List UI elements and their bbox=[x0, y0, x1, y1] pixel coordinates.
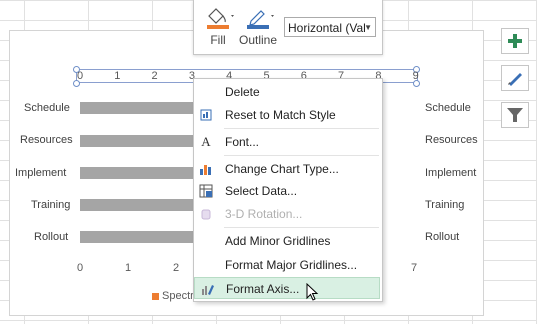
menu-item-label: Format Axis... bbox=[226, 282, 300, 296]
add-chart-element-button[interactable] bbox=[501, 28, 529, 54]
menu-separator bbox=[224, 227, 379, 228]
fill-button[interactable]: Fill bbox=[196, 4, 240, 50]
pen-icon bbox=[247, 10, 274, 29]
chart-element-dropdown[interactable]: Horizontal (Val ▼ bbox=[284, 17, 376, 37]
axis-tick-label: 9 bbox=[412, 70, 419, 82]
chart-legend[interactable]: Spectr bbox=[152, 290, 194, 302]
menu-separator bbox=[224, 155, 379, 156]
legend-swatch bbox=[152, 292, 159, 300]
category-label: Implement bbox=[425, 167, 477, 179]
category-label: Training bbox=[31, 199, 71, 211]
reset-style-icon bbox=[200, 109, 212, 121]
outline-label: Outline bbox=[238, 33, 278, 47]
chart-styles-icon bbox=[508, 73, 522, 86]
axis-tick-label: 0 bbox=[76, 262, 84, 274]
axis-tick-label: 1 bbox=[114, 70, 121, 82]
menu-item-label: Select Data... bbox=[225, 184, 298, 198]
menu-item-label: Reset to Match Style bbox=[225, 108, 336, 122]
chart-bar[interactable] bbox=[80, 135, 200, 147]
category-label: Resources bbox=[425, 134, 478, 146]
menu-item-format-axis[interactable]: Format Axis... bbox=[194, 277, 380, 299]
category-label: Schedule bbox=[24, 102, 70, 114]
legend-label: Spectr bbox=[162, 290, 194, 302]
chart-type-icon bbox=[200, 165, 211, 175]
axis-tick-label: 0 bbox=[76, 70, 84, 82]
format-axis-icon bbox=[202, 285, 214, 295]
fill-label: Fill bbox=[210, 33, 226, 47]
menu-item-label: Font... bbox=[225, 135, 260, 149]
chart-bar[interactable] bbox=[80, 231, 200, 243]
menu-item-add-minor-gridlines[interactable]: Add Minor Gridlines bbox=[194, 230, 380, 252]
menu-item-label: Change Chart Type... bbox=[225, 162, 339, 176]
menu-item-label: Add Minor Gridlines bbox=[225, 234, 331, 248]
category-label: Implement bbox=[15, 167, 67, 179]
chart-filters-icon bbox=[507, 108, 523, 122]
chart-bar[interactable] bbox=[80, 199, 200, 211]
menu-item-delete[interactable]: Delete bbox=[194, 81, 380, 103]
menu-separator bbox=[224, 128, 379, 129]
chart-bar[interactable] bbox=[80, 102, 200, 114]
category-label: Resources bbox=[20, 134, 73, 146]
outline-button[interactable]: Outline bbox=[236, 4, 280, 50]
menu-item-label: Format Major Gridlines... bbox=[225, 258, 358, 272]
menu-item-label: 3-D Rotation... bbox=[225, 207, 303, 221]
menu-item-format-major-gridlines[interactable]: Format Major Gridlines... bbox=[194, 254, 380, 276]
category-label: Training bbox=[425, 199, 465, 211]
chart-styles-button[interactable] bbox=[501, 65, 529, 91]
paint-bucket-icon bbox=[207, 8, 234, 29]
axis-tick-label: 1 bbox=[124, 262, 132, 274]
mini-toolbar: Fill Outline Horizontal (Val ▼ bbox=[193, 0, 383, 55]
chart-element-value: Horizontal (Val bbox=[288, 21, 366, 35]
chart-bar[interactable] bbox=[80, 167, 200, 179]
add-chart-element-icon bbox=[508, 34, 522, 48]
axis-tick-label: 7 bbox=[410, 262, 418, 274]
menu-item-change-chart-type[interactable]: Change Chart Type... bbox=[194, 158, 380, 180]
menu-item-label: Delete bbox=[225, 85, 260, 99]
category-label: Rollout bbox=[425, 231, 460, 243]
menu-item-font[interactable]: A Font... bbox=[194, 131, 380, 153]
menu-item-3d-rotation: 3-D Rotation... bbox=[194, 203, 380, 225]
menu-item-reset-style[interactable]: Reset to Match Style bbox=[194, 104, 380, 126]
select-data-icon bbox=[199, 184, 213, 198]
font-icon: A bbox=[201, 134, 211, 149]
axis-tick-label: 2 bbox=[172, 262, 180, 274]
category-label: Schedule bbox=[425, 102, 471, 114]
category-label: Rollout bbox=[34, 231, 69, 243]
chart-filters-button[interactable] bbox=[501, 102, 529, 128]
dropdown-arrow-icon: ▼ bbox=[364, 23, 372, 32]
3d-rotation-icon bbox=[201, 209, 211, 220]
mouse-pointer-icon bbox=[306, 283, 319, 301]
context-menu: Delete Reset to Match Style A Font... Ch… bbox=[193, 78, 383, 302]
menu-item-select-data[interactable]: Select Data... bbox=[194, 180, 380, 202]
axis-tick-label: 2 bbox=[151, 70, 158, 82]
